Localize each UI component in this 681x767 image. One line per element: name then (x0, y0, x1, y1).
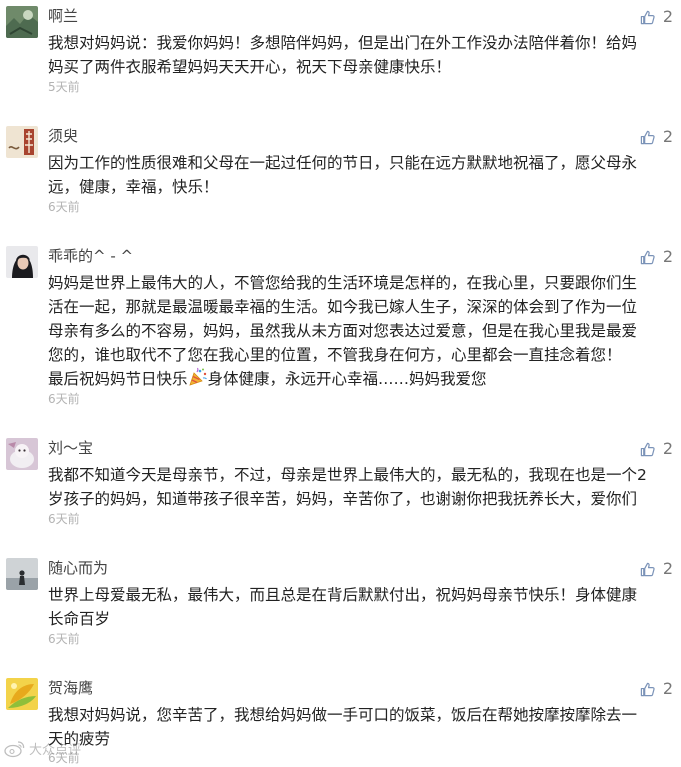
comment-line: 妈妈是世界上最伟大的人，不管您给我的生活环境是怎样的，在我心里，只要跟你们生 (48, 274, 638, 292)
comment-line: 天的疲劳 (48, 730, 111, 748)
like-button[interactable]: 2 (640, 247, 673, 267)
comment-line: 因为工作的性质很难和父母在一起过任何的节日，只能在远方默默地祝福了，愿父母永 (48, 154, 638, 172)
thumbs-up-icon (640, 682, 655, 696)
thumbs-up-icon (640, 562, 655, 576)
comment-text: 世界上母爱最无私，最伟大，而且总是在背后默默付出，祝妈妈母亲节快乐！身体健康 长… (48, 583, 668, 631)
avatar[interactable] (6, 558, 38, 590)
comment-line: 我想对妈妈说，您辛苦了，我想给妈妈做一手可口的饭菜，饭后在帮她按摩按摩除去一 (48, 706, 638, 724)
like-button[interactable]: 2 (640, 439, 673, 459)
comment-time: 6天前 (48, 632, 80, 646)
thumbs-up-icon (640, 130, 655, 144)
watermark-text: 大众点评 (29, 743, 82, 758)
comment-text: 因为工作的性质很难和父母在一起过任何的节日，只能在远方默默地祝福了，愿父母永 远… (48, 151, 668, 199)
comment-item: 须臾 2 因为工作的性质很难和父母在一起过任何的节日，只能在远方默默地祝福了，愿… (0, 126, 681, 222)
weibo-logo-icon (4, 740, 25, 757)
comment-line: 我都不知道今天是母亲节，不过，母亲是世界上最伟大的，最无私的，我现在也是一个2 (48, 466, 647, 484)
comment-text: 我想对妈妈说，您辛苦了，我想给妈妈做一手可口的饭菜，饭后在帮她按摩按摩除去一 天… (48, 703, 668, 751)
comment-item: 啊兰 2 我想对妈妈说：我爱你妈妈！多想陪伴妈妈，但是出门在外工作没办法陪伴着你… (0, 6, 681, 102)
username[interactable]: 随心而为 (48, 558, 108, 578)
avatar[interactable] (6, 6, 38, 38)
comment-time: 6天前 (48, 392, 80, 406)
comment-time: 6天前 (48, 200, 80, 214)
comment-line: 长命百岁 (48, 610, 111, 628)
comment-line: 最后祝妈妈节日快乐 身体健康，永远开心幸福……妈妈我爱您 (48, 367, 668, 394)
comment-text: 我都不知道今天是母亲节，不过，母亲是世界上最伟大的，最无私的，我现在也是一个2 … (48, 463, 668, 511)
avatar[interactable] (6, 126, 38, 158)
comment-item: 乖乖的^ - ^ 2 妈妈是世界上最伟大的人，不管您给我的生活环境是怎样的，在我… (0, 246, 681, 416)
like-count: 2 (662, 7, 673, 26)
like-count: 2 (662, 247, 673, 266)
watermark: 大众点评 (4, 739, 81, 758)
comment-time: 5天前 (48, 80, 80, 94)
comment-item: 随心而为 2 世界上母爱最无私，最伟大，而且总是在背后默默付出，祝妈妈母亲节快乐… (0, 558, 681, 654)
thumbs-up-icon (640, 442, 655, 456)
comment-text: 妈妈是世界上最伟大的人，不管您给我的生活环境是怎样的，在我心里，只要跟你们生 活… (48, 271, 668, 394)
username[interactable]: 啊兰 (48, 6, 78, 26)
comment-line: 远，健康，幸福，快乐！ (48, 178, 219, 196)
like-count: 2 (662, 679, 673, 698)
comment-line: 活在一起，那就是最温暖最幸福的生活。如今我已嫁人生子，深深的体会到了作为一位 (48, 298, 638, 316)
comment-line-part: 最后祝妈妈节日快乐 (48, 370, 188, 388)
like-count: 2 (662, 559, 673, 578)
avatar[interactable] (6, 438, 38, 470)
username[interactable]: 刘～宝 (48, 438, 93, 458)
like-count: 2 (662, 439, 673, 458)
like-button[interactable]: 2 (640, 679, 673, 699)
username[interactable]: 须臾 (48, 126, 78, 146)
party-popper-icon (188, 367, 208, 394)
comment-line: 妈买了两件衣服希望妈妈天天开心，祝天下母亲健康快乐！ (48, 58, 452, 76)
comment-line-part: 身体健康，永远开心幸福……妈妈我爱您 (207, 370, 487, 388)
comment-text: 我想对妈妈说：我爱你妈妈！多想陪伴妈妈，但是出门在外工作没办法陪伴着你！给妈 妈… (48, 31, 668, 79)
like-button[interactable]: 2 (640, 127, 673, 147)
comment-item: 贺海鹰 2 我想对妈妈说，您辛苦了，我想给妈妈做一手可口的饭菜，饭后在帮她按摩按… (0, 678, 681, 767)
comment-line: 您的，谁也取代不了您在我心里的位置，不管我身在何方，心里都会一直挂念着您！ (48, 346, 622, 364)
comment-line: 世界上母爱最无私，最伟大，而且总是在背后默默付出，祝妈妈母亲节快乐！身体健康 (48, 586, 638, 604)
comment-line: 母亲有多么的不容易，妈妈，虽然我从未方面对您表达过爱意，但是在我心里我是最爱 (48, 322, 638, 340)
like-button[interactable]: 2 (640, 7, 673, 27)
thumbs-up-icon (640, 250, 655, 264)
avatar[interactable] (6, 246, 38, 278)
like-button[interactable]: 2 (640, 559, 673, 579)
comment-line: 我想对妈妈说：我爱你妈妈！多想陪伴妈妈，但是出门在外工作没办法陪伴着你！给妈 (48, 34, 638, 52)
avatar[interactable] (6, 678, 38, 710)
thumbs-up-icon (640, 10, 655, 24)
comment-time: 6天前 (48, 512, 80, 526)
comment-item: 刘～宝 2 我都不知道今天是母亲节，不过，母亲是世界上最伟大的，最无私的，我现在… (0, 438, 681, 534)
username[interactable]: 乖乖的^ - ^ (48, 246, 133, 266)
username[interactable]: 贺海鹰 (48, 678, 93, 698)
like-count: 2 (662, 127, 673, 146)
comment-line: 岁孩子的妈妈，知道带孩子很辛苦，妈妈，辛苦你了，也谢谢你把我抚养长大，爱你们 (48, 490, 638, 508)
